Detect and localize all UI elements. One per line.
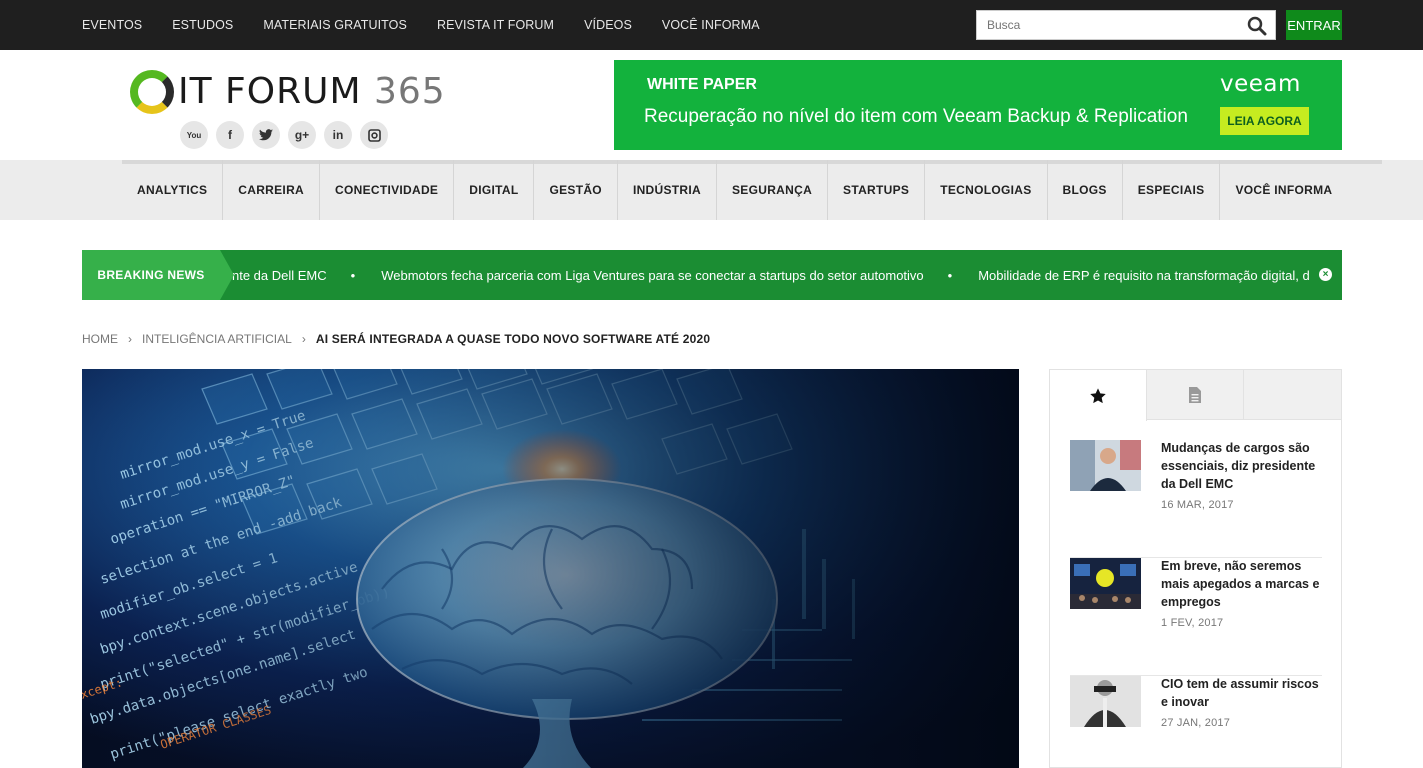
top-bar: EVENTOS ESTUDOS MATERIAIS GRATUITOS REVI… <box>0 0 1423 50</box>
cat-blogs[interactable]: BLOGS <box>1048 160 1123 220</box>
twitter-icon[interactable] <box>252 121 280 149</box>
ad-cta-button[interactable]: LEIA AGORA <box>1220 107 1309 135</box>
cat-digital[interactable]: DIGITAL <box>454 160 535 220</box>
topnav-item-estudos[interactable]: ESTUDOS <box>172 18 233 32</box>
ticker-separator: • <box>350 267 356 283</box>
tab-popular[interactable] <box>1050 370 1147 421</box>
post-date: 27 JAN, 2017 <box>1161 717 1231 729</box>
post-list: Mudanças de cargos são essenciais, diz p… <box>1070 440 1322 767</box>
cat-gestao[interactable]: GESTÃO <box>534 160 618 220</box>
social-links: You f g+ in <box>180 121 396 149</box>
topnav-item-voce-informa[interactable]: VOCÊ INFORMA <box>662 18 760 32</box>
ad-brand-logo: veeam <box>1220 71 1301 97</box>
topnav-item-revista[interactable]: REVISTA IT FORUM <box>437 18 554 32</box>
youtube-icon[interactable]: You <box>180 121 208 149</box>
chevron-right-icon: › <box>301 332 306 346</box>
list-item[interactable]: Em breve, não seremos mais apegados a ma… <box>1070 558 1322 676</box>
post-thumbnail[interactable] <box>1070 440 1141 491</box>
ad-title: Recuperação no nível do item com Veeam B… <box>644 106 1188 127</box>
ad-banner[interactable]: WHITE PAPER Recuperação no nível do item… <box>614 60 1342 150</box>
search-input[interactable] <box>977 11 1237 39</box>
tab-empty <box>1244 370 1341 420</box>
instagram-icon[interactable] <box>360 121 388 149</box>
login-button[interactable]: ENTRAR <box>1286 10 1342 40</box>
breaking-news-arrow <box>220 250 234 300</box>
breaking-news-label: BREAKING NEWS <box>82 250 220 300</box>
logo-number: 365 <box>373 71 446 112</box>
top-nav: EVENTOS ESTUDOS MATERIAIS GRATUITOS REVI… <box>82 0 790 50</box>
site-logo[interactable]: IT FORUM 365 <box>130 68 445 118</box>
search-box <box>976 10 1276 40</box>
cat-seguranca[interactable]: SEGURANÇA <box>717 160 829 220</box>
breadcrumb-home[interactable]: HOME <box>82 332 118 346</box>
document-icon <box>1189 387 1201 403</box>
breadcrumb: HOME › INTELIGÊNCIA ARTIFICIAL › AI SERÁ… <box>82 332 710 346</box>
breadcrumb-section[interactable]: INTELIGÊNCIA ARTIFICIAL <box>142 332 292 346</box>
chevron-right-icon: › <box>128 332 132 346</box>
cat-analytics[interactable]: ANALYTICS <box>122 160 224 220</box>
breadcrumb-current: AI SERÁ INTEGRADA A QUASE TODO NOVO SOFT… <box>315 332 711 346</box>
post-title[interactable]: Mudanças de cargos são essenciais, diz p… <box>1161 439 1321 493</box>
star-icon <box>1090 387 1106 403</box>
cat-especiais[interactable]: ESPECIAIS <box>1123 160 1221 220</box>
post-title[interactable]: Em breve, não seremos mais apegados a ma… <box>1161 557 1321 611</box>
sidebar-widget: Mudanças de cargos são essenciais, diz p… <box>1049 369 1342 768</box>
post-date: 16 MAR, 2017 <box>1161 499 1234 511</box>
search-icon[interactable] <box>1247 16 1267 36</box>
list-item[interactable]: Mudanças de cargos são essenciais, diz p… <box>1070 440 1322 558</box>
cat-voce-informa[interactable]: VOCÊ INFORMA <box>1220 160 1347 220</box>
cat-carreira[interactable]: CARREIRA <box>223 160 320 220</box>
post-date: 1 FEV, 2017 <box>1161 617 1224 629</box>
breaking-news-bar: BREAKING NEWS nte da Dell EMC • Webmotor… <box>82 250 1342 300</box>
list-item[interactable]: CIO tem de assumir riscos e inovar 27 JA… <box>1070 675 1322 767</box>
cat-startups[interactable]: STARTUPS <box>828 160 926 220</box>
logo-ring-icon <box>130 70 174 114</box>
cat-conectividade[interactable]: CONECTIVIDADE <box>320 160 455 220</box>
cat-tecnologias[interactable]: TECNOLOGIAS <box>925 160 1048 220</box>
tab-recent[interactable] <box>1147 370 1244 420</box>
google-plus-icon[interactable]: g+ <box>288 121 316 149</box>
breaking-news-ticker: nte da Dell EMC • Webmotors fecha parcer… <box>232 250 1310 300</box>
ticker-item[interactable]: Webmotors fecha parceria com Liga Ventur… <box>381 268 923 283</box>
post-thumbnail[interactable] <box>1070 676 1141 727</box>
category-nav: ANALYTICS CARREIRA CONECTIVIDADE DIGITAL… <box>122 160 1347 220</box>
ticker-item[interactable]: nte da Dell EMC <box>232 268 327 283</box>
topnav-item-videos[interactable]: VÍDEOS <box>584 18 632 32</box>
ticker-item[interactable]: Mobilidade de ERP é requisito na transfo… <box>978 268 1310 283</box>
facebook-icon[interactable]: f <box>216 121 244 149</box>
ad-eyebrow: WHITE PAPER <box>647 76 757 93</box>
post-title[interactable]: CIO tem de assumir riscos e inovar <box>1161 675 1321 711</box>
topnav-item-materiais[interactable]: MATERIAIS GRATUITOS <box>263 18 407 32</box>
cat-industria[interactable]: INDÚSTRIA <box>618 160 717 220</box>
logo-text: IT FORUM 365 <box>178 71 446 112</box>
logo-name: IT FORUM <box>178 71 362 112</box>
topnav-item-eventos[interactable]: EVENTOS <box>82 18 142 32</box>
post-thumbnail[interactable] <box>1070 558 1141 609</box>
close-icon[interactable]: × <box>1319 268 1332 281</box>
sidebar-tabs <box>1050 370 1341 421</box>
ticker-separator: • <box>947 267 953 283</box>
linkedin-icon[interactable]: in <box>324 121 352 149</box>
article-hero-image: mirror_mod.use_x = True mirror_mod.use_y… <box>82 369 1019 768</box>
